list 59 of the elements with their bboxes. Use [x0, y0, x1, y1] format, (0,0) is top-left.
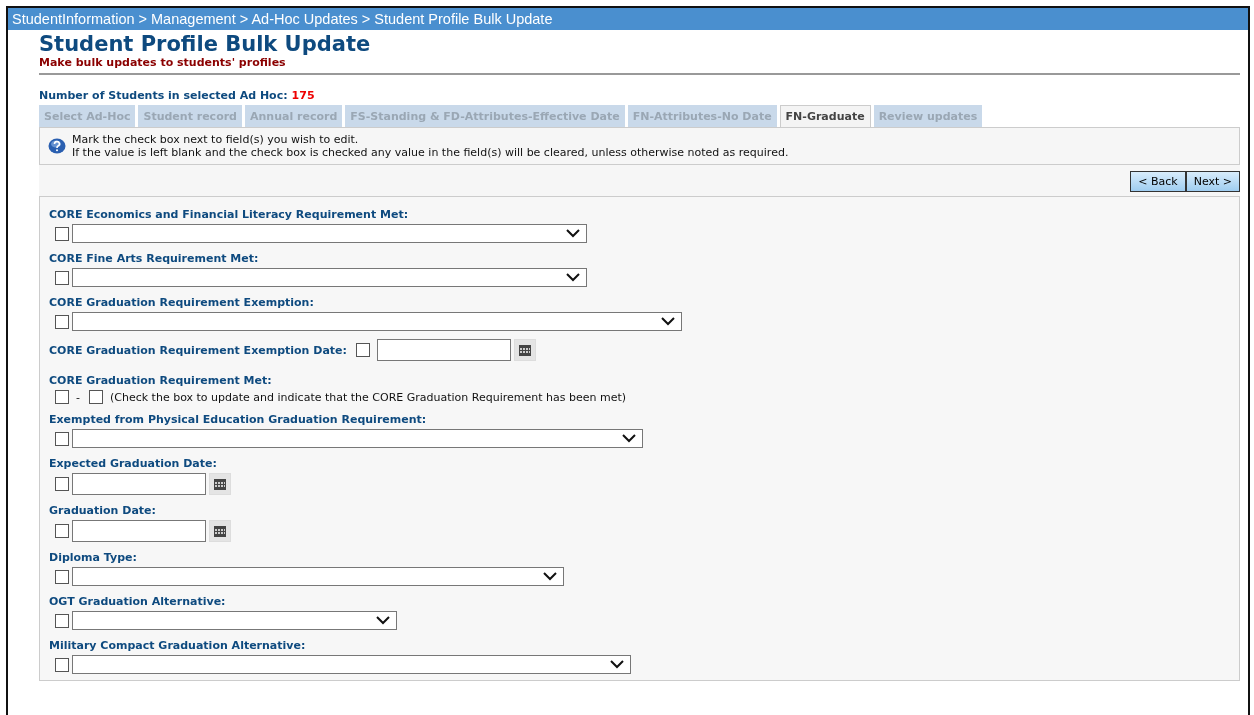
- checkbox[interactable]: [55, 314, 69, 329]
- info-text: If the value is left blank and the check box is checked any value in the field(s) will be cleared, unless otherwise noted as required.: [72, 146, 789, 159]
- calendar-button[interactable]: [209, 473, 231, 495]
- nav-button[interactable]: < Back: [1130, 171, 1186, 192]
- field-label: CORE Economics and Financial Literacy Requirement Met:: [49, 208, 409, 221]
- checkbox[interactable]: [89, 390, 103, 404]
- checkbox[interactable]: [55, 226, 69, 241]
- checkbox[interactable]: [55, 477, 69, 491]
- field-label: CORE Graduation Requirement Exemption Date:: [49, 343, 347, 357]
- chevron-down-icon: [566, 273, 580, 282]
- chevron-down-icon: [622, 434, 636, 443]
- calendar-button[interactable]: [513, 339, 536, 361]
- field-label: CORE Graduation Requirement Exemption:: [49, 296, 314, 309]
- field-label: Expected Graduation Date:: [49, 457, 217, 470]
- student-count-label: Number of Students in selected Ad Hoc:: [39, 89, 288, 102]
- dropdown[interactable]: [72, 567, 564, 586]
- field-label: Graduation Date:: [49, 504, 156, 517]
- date-input[interactable]: [72, 520, 206, 542]
- chevron-down-icon: [661, 317, 675, 326]
- field-label: Military Compact Graduation Alternative:: [49, 639, 306, 652]
- help-icon: [48, 138, 66, 154]
- dropdown[interactable]: [72, 312, 682, 331]
- calendar-icon: [518, 344, 531, 356]
- field-label: CORE Graduation Requirement Met:: [49, 374, 272, 387]
- field-label: Exempted from Physical Education Graduation Requirement:: [49, 413, 427, 426]
- checkbox[interactable]: [355, 343, 370, 357]
- date-input[interactable]: [376, 339, 511, 361]
- nav-button[interactable]: Next >: [1185, 171, 1240, 192]
- checkbox[interactable]: [55, 270, 69, 285]
- checkbox[interactable]: [55, 613, 69, 628]
- chevron-down-icon: [610, 660, 624, 669]
- page-title: Student Profile Bulk Update: [39, 32, 372, 56]
- field-note: (Check the box to update and indicate that the CORE Graduation Requirement has been met): [110, 390, 627, 404]
- field-label: OGT Graduation Alternative:: [49, 595, 226, 608]
- calendar-icon: [214, 525, 226, 537]
- info-text: Mark the check box next to field(s) you wish to edit.: [72, 133, 360, 146]
- calendar-icon: [214, 478, 226, 490]
- checkbox[interactable]: [55, 657, 69, 672]
- dropdown[interactable]: [72, 611, 397, 630]
- dropdown[interactable]: [72, 224, 587, 243]
- chevron-down-icon: [566, 229, 580, 238]
- checkbox[interactable]: [55, 431, 69, 446]
- date-input[interactable]: [72, 473, 206, 495]
- tab[interactable]: FN-Graduate: [779, 105, 871, 127]
- checkbox[interactable]: [55, 569, 69, 584]
- field-label: CORE Fine Arts Requirement Met:: [49, 252, 259, 265]
- checkbox[interactable]: [55, 524, 69, 538]
- chevron-down-icon: [543, 572, 557, 581]
- breadcrumb: StudentInformation > Management > Ad-Hoc Updates > Student Profile Bulk Update: [8, 8, 1248, 30]
- dropdown[interactable]: [72, 268, 587, 287]
- dropdown[interactable]: [72, 429, 643, 448]
- checkbox[interactable]: [55, 390, 69, 404]
- dropdown[interactable]: [72, 655, 631, 674]
- student-count: 175: [291, 89, 315, 102]
- calendar-button[interactable]: [209, 520, 231, 542]
- chevron-down-icon: [376, 616, 390, 625]
- field-label: Diploma Type:: [49, 551, 137, 564]
- separator-text: -: [76, 390, 80, 404]
- page-subtitle: Make bulk updates to students' profiles: [39, 56, 1240, 75]
